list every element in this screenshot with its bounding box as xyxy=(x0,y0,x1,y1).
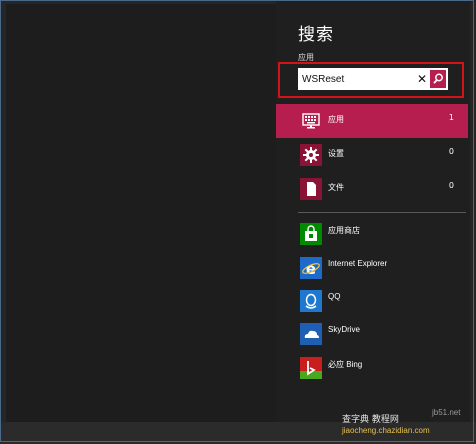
skydrive-icon xyxy=(300,323,322,345)
keyboard-icon xyxy=(300,110,322,132)
gear-icon xyxy=(300,144,322,166)
category-apps[interactable]: 应用 1 xyxy=(276,104,468,138)
category-settings[interactable]: 设置 0 xyxy=(276,138,468,172)
app-item-bing[interactable]: 必应 Bing xyxy=(276,352,468,384)
search-input[interactable] xyxy=(302,70,410,88)
category-settings-label: 设置 xyxy=(328,149,344,158)
category-apps-label: 应用 xyxy=(328,115,344,124)
search-title: 搜索 xyxy=(298,25,334,45)
ie-icon: e xyxy=(300,257,322,279)
app-item-ie[interactable]: e Internet Explorer xyxy=(276,252,468,284)
clear-search-button[interactable]: ✕ xyxy=(416,70,428,88)
qq-icon xyxy=(300,290,322,312)
app-item-skydrive[interactable]: SkyDrive xyxy=(276,318,468,350)
app-label: 应用商店 xyxy=(328,226,360,235)
app-label: QQ xyxy=(328,292,341,301)
watermark-corner: jb51.net xyxy=(432,408,461,417)
app-label: Internet Explorer xyxy=(328,259,388,268)
watermark-site: 查字典 教程网 xyxy=(342,415,399,425)
store-icon xyxy=(300,223,322,245)
app-label: 必应 Bing xyxy=(328,360,363,369)
app-item-qq[interactable]: QQ xyxy=(276,285,468,317)
bing-icon xyxy=(300,357,322,379)
search-box: ✕ xyxy=(298,68,448,90)
divider xyxy=(298,212,466,213)
category-files-count: 0 xyxy=(448,181,454,190)
file-icon xyxy=(300,178,322,200)
watermark-url: jiaocheng.chazidian.com xyxy=(342,426,430,435)
app-item-store[interactable]: 应用商店 xyxy=(276,218,468,250)
magnifier-icon xyxy=(433,73,443,84)
category-files-label: 文件 xyxy=(328,183,344,192)
app-content-area xyxy=(6,4,276,422)
search-charm-pane: 搜索 应用 ✕ 应用 1 xyxy=(276,0,470,422)
app-label: SkyDrive xyxy=(328,325,361,334)
category-apps-count: 1 xyxy=(448,113,454,122)
category-settings-count: 0 xyxy=(448,147,454,156)
svg-text:e: e xyxy=(306,260,316,278)
search-button[interactable] xyxy=(430,70,446,88)
category-files[interactable]: 文件 0 xyxy=(276,172,468,206)
